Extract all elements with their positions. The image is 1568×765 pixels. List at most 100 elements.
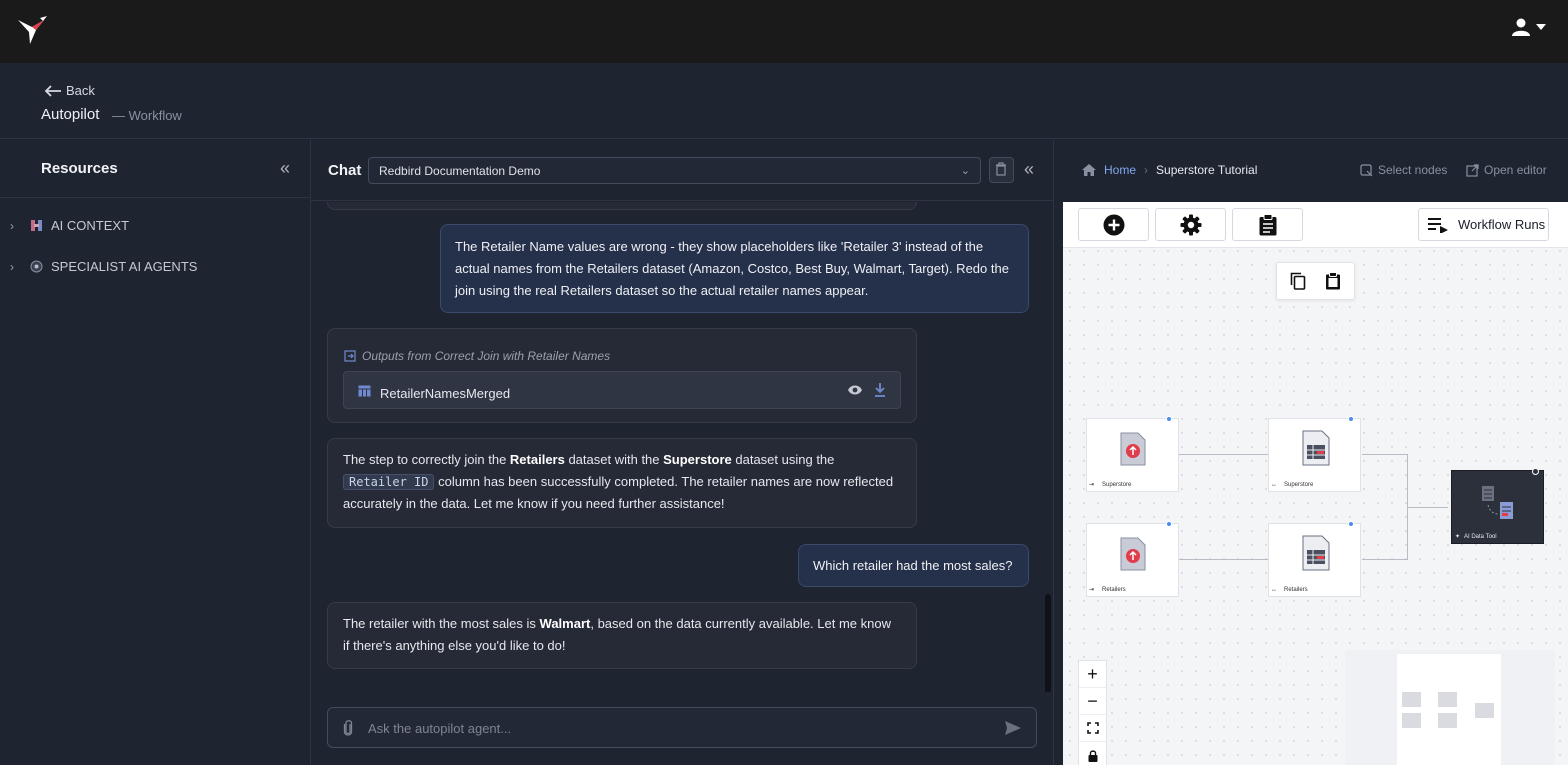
page-title: Autopilot (41, 106, 100, 123)
message-bold-text: Walmart (539, 616, 591, 631)
user-menu[interactable] (1512, 18, 1546, 36)
collapse-chat-button[interactable]: « (1024, 159, 1034, 180)
back-link[interactable]: Back (44, 83, 95, 98)
node-status-dot (1166, 416, 1172, 422)
chat-title: Chat (328, 162, 362, 179)
minimap-node (1438, 692, 1457, 707)
clear-chat-button[interactable] (989, 157, 1014, 183)
message-user: Which retailer had the most sales? (798, 544, 1029, 587)
open-editor-button[interactable]: Open editor (1466, 163, 1547, 177)
upload-source-icon: ⇥ (1089, 587, 1095, 593)
edge (1362, 454, 1407, 455)
add-node-button[interactable] (1078, 208, 1149, 241)
node-ai-data-tool[interactable]: ✦ AI Data Tool (1451, 468, 1544, 544)
ai-context-icon (31, 220, 42, 231)
workflow-canvas[interactable]: Workflow Runs ⇥ Superstore ↔ Superstore … (1063, 202, 1568, 765)
dataset-file-icon (1302, 535, 1330, 571)
download-icon[interactable] (874, 382, 886, 397)
select-icon (1360, 163, 1373, 176)
zoom-out-button[interactable]: − (1079, 688, 1106, 715)
outputs-card: Outputs from Correct Join with Retailer … (327, 328, 917, 423)
workflow-runs-label: Workflow Runs (1458, 217, 1546, 232)
breadcrumb-home[interactable]: Home (1104, 163, 1136, 177)
output-file-row[interactable]: RetailerNamesMerged (343, 371, 901, 409)
copy-icon[interactable] (1290, 272, 1306, 290)
chevron-down-icon (1536, 24, 1546, 30)
minimap-node (1438, 713, 1457, 728)
chat-panel: Chat Redbird Documentation Demo ⌄ « The … (311, 140, 1054, 765)
arrow-left-icon (44, 84, 61, 97)
lock-view-button[interactable] (1079, 742, 1106, 765)
resource-item-label: SPECIALIST AI AGENTS (51, 259, 198, 274)
node-label: Retailers (1284, 587, 1308, 593)
breadcrumb-separator: › (1144, 163, 1149, 177)
send-icon[interactable] (1004, 720, 1022, 736)
resource-item-ai-context[interactable]: › AI CONTEXT (10, 218, 129, 233)
node-status-dot (1166, 521, 1172, 527)
redbird-logo[interactable] (16, 14, 50, 46)
chat-session-value: Redbird Documentation Demo (379, 164, 541, 178)
collapse-resources-button[interactable]: « (280, 158, 290, 179)
minimap-node (1402, 692, 1421, 707)
minimap-node (1402, 713, 1421, 728)
message-bot-previous (327, 202, 917, 210)
paperclip-icon[interactable] (343, 719, 353, 737)
resource-item-label: AI CONTEXT (51, 218, 130, 233)
chat-header: Chat Redbird Documentation Demo ⌄ « (311, 140, 1053, 201)
node-label: Retailers (1102, 587, 1126, 593)
open-editor-label: Open editor (1484, 163, 1547, 177)
workflow-header: Home › Superstore Tutorial Select nodes … (1054, 140, 1568, 202)
fit-view-button[interactable] (1079, 715, 1106, 742)
edge (1362, 559, 1407, 560)
eye-icon[interactable] (847, 384, 863, 396)
message-bold-text: Retailers (509, 452, 565, 467)
select-nodes-label: Select nodes (1378, 163, 1448, 177)
lock-icon (1088, 749, 1097, 762)
node-upload-superstore[interactable]: ⇥ Superstore (1086, 416, 1179, 492)
agents-icon (30, 260, 43, 273)
message-scrollbar[interactable] (1045, 594, 1051, 692)
inline-code: Retailer ID (343, 474, 435, 490)
gear-icon (1180, 214, 1201, 235)
node-status-dot (1532, 468, 1539, 475)
node-status-dot (1348, 416, 1354, 422)
minimap-node (1475, 703, 1494, 718)
ai-tool-icon (1482, 486, 1513, 519)
message-bold-text: Superstore (663, 452, 732, 467)
transform-icon: ↔ (1271, 587, 1277, 593)
workflow-runs-button[interactable]: Workflow Runs (1418, 208, 1549, 241)
zoom-controls: + − (1078, 660, 1107, 765)
output-icon (344, 350, 356, 362)
node-label: AI Data Tool (1464, 534, 1497, 540)
node-dataset-superstore[interactable]: ↔ Superstore (1268, 416, 1361, 492)
node-upload-retailers[interactable]: ⇥ Retailers (1086, 521, 1179, 597)
back-label: Back (66, 83, 95, 98)
zoom-in-button[interactable]: + (1079, 661, 1106, 688)
fit-view-icon (1086, 722, 1099, 734)
user-icon (1512, 18, 1530, 36)
message-text: The retailer with the most sales is (343, 616, 540, 631)
minimap[interactable] (1345, 650, 1555, 765)
paste-icon[interactable] (1325, 272, 1341, 290)
edge (1179, 454, 1268, 455)
upload-file-icon (1120, 537, 1146, 571)
chat-input[interactable] (368, 718, 988, 738)
page-subtitle: — Workflow (112, 108, 182, 123)
trash-icon (996, 162, 1006, 176)
plus-circle-icon (1103, 214, 1124, 235)
resource-item-specialist-agents[interactable]: › SPECIALIST AI AGENTS (10, 259, 197, 274)
message-list: The Retailer Name values are wrong - the… (311, 202, 1054, 692)
message-bot: The step to correctly join the Retailers… (327, 438, 917, 528)
message-text: Which retailer had the most sales? (813, 558, 1013, 573)
select-nodes-button[interactable]: Select nodes (1360, 163, 1447, 177)
node-dataset-retailers[interactable]: ↔ Retailers (1268, 521, 1361, 597)
outputs-label-text: Outputs from Correct Join with Retailer … (362, 349, 611, 363)
message-bot: The retailer with the most sales is Walm… (327, 602, 917, 669)
clipboard-button[interactable] (1232, 208, 1303, 241)
settings-button[interactable] (1155, 208, 1226, 241)
clipboard-actions (1276, 262, 1355, 300)
chevron-down-icon: ⌄ (960, 165, 970, 177)
node-label: Superstore (1102, 482, 1132, 488)
outputs-label: Outputs from Correct Join with Retailer … (344, 345, 610, 367)
chat-session-select[interactable]: Redbird Documentation Demo ⌄ (368, 157, 981, 184)
